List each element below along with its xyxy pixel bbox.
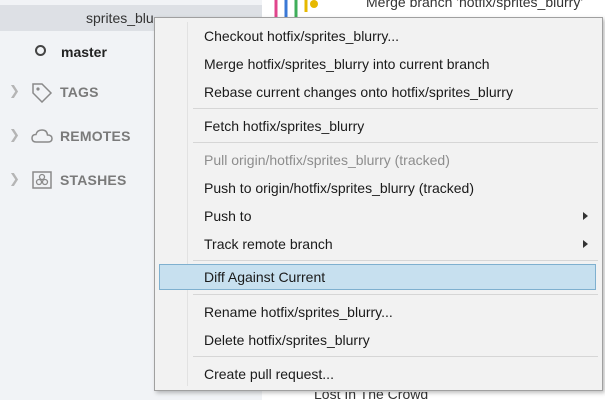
menu-item-fetch[interactable]: Fetch hotfix/sprites_blurry bbox=[155, 113, 602, 139]
branch-label: sprites_blu bbox=[86, 10, 154, 26]
submenu-arrow-icon bbox=[583, 240, 588, 248]
tag-icon bbox=[32, 83, 53, 103]
menu-separator bbox=[193, 294, 598, 295]
menu-item-diff-against-current[interactable]: Diff Against Current bbox=[159, 264, 596, 290]
menu-item-pull: Pull origin/hotfix/sprites_blurry (track… bbox=[204, 152, 450, 168]
chevron-right-icon: ❯ bbox=[9, 127, 20, 142]
menu-item-track-remote[interactable]: Track remote branch bbox=[155, 231, 602, 257]
section-label: TAGS bbox=[60, 84, 99, 100]
chevron-right-icon: ❯ bbox=[9, 83, 20, 98]
commit-node bbox=[310, 0, 318, 8]
current-branch-icon bbox=[35, 45, 46, 56]
menu-separator bbox=[193, 356, 598, 357]
commit-message[interactable]: Merge branch 'hotfix/sprites_blurry' bbox=[366, 0, 583, 10]
cloud-icon bbox=[31, 129, 53, 143]
menu-separator bbox=[193, 108, 598, 109]
current-branch-label: master bbox=[61, 44, 107, 60]
menu-separator bbox=[193, 260, 598, 261]
menu-item-rename[interactable]: Rename hotfix/sprites_blurry... bbox=[155, 299, 602, 325]
menu-item-merge[interactable]: Merge hotfix/sprites_blurry into current… bbox=[155, 51, 602, 77]
menu-item-create-pull-request[interactable]: Create pull request... bbox=[155, 361, 602, 387]
menu-item-delete[interactable]: Delete hotfix/sprites_blurry bbox=[155, 327, 602, 353]
menu-item-push-to[interactable]: Push to bbox=[155, 203, 602, 229]
submenu-arrow-icon bbox=[583, 212, 588, 220]
menu-item-checkout[interactable]: Checkout hotfix/sprites_blurry... bbox=[155, 23, 602, 49]
section-label: REMOTES bbox=[60, 128, 131, 144]
menu-separator bbox=[193, 142, 598, 143]
branch-context-menu: Checkout hotfix/sprites_blurry... Merge … bbox=[154, 17, 603, 391]
stash-icon bbox=[32, 171, 52, 189]
commit-row[interactable]: Lost In The Crowd bbox=[262, 392, 605, 400]
menu-item-push-tracked[interactable]: Push to origin/hotfix/sprites_blurry (tr… bbox=[155, 175, 602, 201]
section-label: STASHES bbox=[60, 172, 127, 188]
chevron-right-icon: ❯ bbox=[9, 171, 20, 186]
menu-item-rebase[interactable]: Rebase current changes onto hotfix/sprit… bbox=[155, 79, 602, 105]
commit-message: Lost In The Crowd bbox=[314, 392, 429, 400]
